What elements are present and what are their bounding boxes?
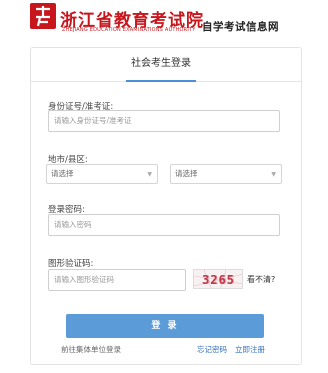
- group-login-link[interactable]: 前往集体单位登录: [61, 344, 121, 355]
- captcha-field[interactable]: 请输入图形验证码: [48, 269, 186, 291]
- site-section-tag: 自学考试信息网: [202, 21, 279, 33]
- site-header: 浙江省教育考试院 ZHEJIANG EDUCATION EXAMINATIONS…: [0, 0, 328, 44]
- captcha-image[interactable]: 3265: [193, 269, 243, 289]
- chevron-down-icon: ▼: [271, 171, 276, 178]
- refresh-captcha-link[interactable]: 看不清?: [247, 274, 275, 285]
- city-select-value: 请选择: [51, 169, 74, 178]
- id-number-field[interactable]: 请输入身份证号/准考证: [48, 110, 280, 132]
- exam-authority-logo-icon: [30, 3, 56, 29]
- district-select[interactable]: 请选择 ▼: [170, 164, 282, 184]
- chevron-down-icon: ▼: [147, 171, 152, 178]
- city-select[interactable]: 请选择 ▼: [46, 164, 158, 184]
- login-card: 社会考生登录 身份证号/准考证: 请输入身份证号/准考证 地市/县区: 请选择 …: [30, 47, 302, 365]
- login-button[interactable]: 登 录: [66, 314, 264, 338]
- login-tabs: 社会考生登录: [31, 48, 301, 82]
- captcha-code: 3265: [202, 273, 235, 287]
- site-subtitle: ZHEJIANG EDUCATION EXAMINATIONS AUTHORIT…: [62, 27, 196, 33]
- tab-social-candidate-login[interactable]: 社会考生登录: [126, 54, 196, 82]
- password-field[interactable]: 请输入密码: [48, 214, 280, 236]
- captcha-label: 图形验证码:: [48, 259, 94, 269]
- forgot-password-link[interactable]: 忘记密码: [197, 344, 227, 355]
- register-link[interactable]: 立即注册: [235, 344, 265, 355]
- district-select-value: 请选择: [175, 169, 198, 178]
